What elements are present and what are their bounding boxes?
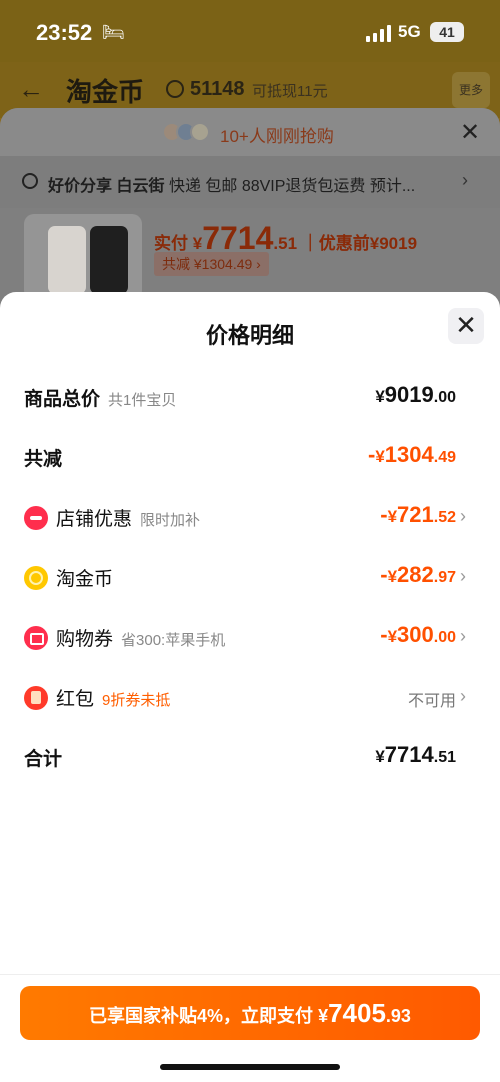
row-label: 合计 [24,749,63,770]
signal-icon [366,24,392,42]
status-bar: 23:52 🛏 5G 41 [0,0,500,62]
taojinbi-logo: 淘金币 [66,77,145,107]
row-note: 共1件宝贝 [108,392,177,409]
sleep-mode-icon: 🛏 [102,22,125,42]
more-button[interactable]: 更多 [452,72,490,108]
row-label: 共减 [24,449,63,470]
coupon-ticket-icon [24,626,48,650]
price-row-red-packet[interactable]: 红包 9折券未抵 不可用 › [0,676,500,716]
row-value: -¥721.52 [380,502,456,527]
shipping-details: 快递 包邮 88VIP退货包运费 预计... [168,178,416,195]
gold-coin-icon [24,566,48,590]
row-value: -¥282.97 [380,562,456,587]
location-pin-icon [22,173,38,189]
coin-balance: 51148 [166,78,245,101]
chevron-right-icon: › [460,626,466,646]
chevron-right-icon: › [460,686,466,706]
row-note: 限时加补 [140,512,201,529]
chevron-right-icon: › [462,170,468,190]
row-value: -¥300.00 [380,622,456,647]
row-label: 商品总价 [24,389,101,410]
row-label: 店铺优惠 [56,509,133,530]
row-value: ¥9019.00 [375,382,456,407]
coin-subtitle: 可抵现11元 [252,83,328,100]
pay-button-text: 已享国家补贴4%，立即支付 [89,1006,314,1026]
close-icon: ✕ [455,310,477,340]
price-row-coupon[interactable]: 购物券 省300:苹果手机 -¥300.00 › [0,616,500,656]
price-row-coins[interactable]: 淘金币 -¥282.97 › [0,556,500,596]
shipping-row[interactable]: 好价分享 白云街 快递 包邮 88VIP退货包运费 预计... › [0,156,500,208]
back-arrow-icon[interactable]: ← [18,74,46,104]
price-row-shop-discount[interactable]: 店铺优惠 限时加补 -¥721.52 › [0,496,500,536]
row-value: -¥1304.49 [368,442,456,467]
footer-divider [0,974,500,975]
close-icon[interactable]: ✕ [460,118,480,147]
saved-amount-pill[interactable]: 共减 ¥1304.49 › [154,252,269,276]
rush-purchase-banner: 10+人刚刚抢购 ✕ [0,108,500,156]
row-note: 省300:苹果手机 [121,632,226,649]
network-type: 5G [398,22,421,41]
shop-discount-icon [24,506,48,530]
shipping-location: 白云街 [116,178,165,195]
price-detail-sheet: 价格明细 ✕ 商品总价 共1件宝贝 ¥9019.00 共减 -¥1304.49 店… [0,292,500,1082]
price-row-total-goods: 商品总价 共1件宝贝 ¥9019.00 [0,376,500,416]
close-button[interactable]: ✕ [448,308,484,344]
sheet-title: 价格明细 [205,323,294,348]
price-row-total-discount: 共减 -¥1304.49 [0,436,500,476]
product-thumbnail [24,214,142,300]
row-label: 红包 [56,689,95,710]
status-time: 23:52 [36,20,93,45]
row-value: 不可用 [407,693,456,710]
battery-indicator: 41 [430,22,464,42]
rush-text: 10+人刚刚抢购 [220,127,334,146]
row-note: 9折券未抵 [102,692,171,709]
row-label: 淘金币 [56,569,114,590]
home-indicator [160,1064,340,1070]
chevron-right-icon: › [460,506,466,526]
shipping-tag: 好价分享 [48,178,113,195]
pay-now-button[interactable]: 已享国家补贴4%，立即支付 ¥7405.93 [20,986,480,1040]
row-value: ¥7714.51 [375,742,456,767]
chevron-right-icon: › [460,566,466,586]
price-row-grand-total: 合计 ¥7714.51 [0,736,500,776]
pay-amount: 7405 [328,998,386,1028]
row-label: 购物券 [56,629,114,650]
red-packet-icon [24,686,48,710]
buyer-avatars [162,122,214,144]
coin-icon [166,80,184,98]
